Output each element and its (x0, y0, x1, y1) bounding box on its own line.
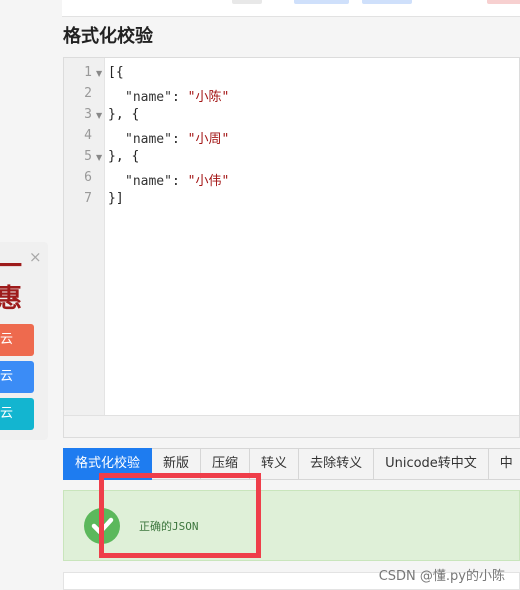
code-line: }, { (108, 149, 140, 164)
top-partial-item[interactable] (362, 0, 412, 4)
ad-button[interactable]: 云 (0, 361, 34, 393)
json-sep: : (171, 132, 188, 147)
code-line: }] (108, 191, 124, 206)
format-validate-button[interactable]: 格式化校验 (63, 448, 153, 480)
json-value: "小伟" (187, 174, 230, 189)
line-number: 2 (84, 86, 92, 101)
line-number: 1 (84, 65, 92, 80)
ad-title-line: 惠 (0, 284, 23, 314)
top-partial-item[interactable] (294, 0, 349, 4)
watermark: CSDN @懂.py的小陈 (378, 569, 505, 584)
ad-title-line: 一 (0, 252, 23, 282)
json-key: "name" (125, 90, 172, 105)
close-icon[interactable]: × (29, 248, 42, 266)
check-circle-icon (84, 508, 120, 544)
json-value: "小陈" (187, 90, 230, 105)
caret-down-icon[interactable]: ▼ (96, 153, 102, 162)
json-value: "小周" (187, 132, 230, 147)
escape-button[interactable]: 转义 (250, 448, 300, 480)
line-number: 6 (84, 170, 92, 185)
compress-button[interactable]: 压缩 (201, 448, 251, 480)
ad-button[interactable]: 云 (0, 324, 34, 356)
code-line: "name": "小伟" (125, 170, 229, 189)
line-number: 5 (84, 149, 92, 164)
truncated-button[interactable]: 中 (488, 448, 520, 480)
validation-result: 正确的JSON (63, 490, 520, 561)
json-key: "name" (125, 174, 172, 189)
ad-button[interactable]: 云 (0, 398, 34, 430)
line-number: 4 (84, 128, 92, 143)
code-line: }, { (108, 107, 140, 122)
code-line: "name": "小陈" (125, 86, 229, 105)
unescape-button[interactable]: 去除转义 (299, 448, 375, 480)
caret-down-icon[interactable]: ▼ (96, 69, 102, 78)
top-toolbar-partial (62, 0, 520, 17)
code-line: [{ (108, 65, 124, 80)
result-message: 正确的JSON (139, 520, 199, 533)
action-toolbar: 格式化校验 新版 压缩 转义 去除转义 Unicode转中文 中 (63, 448, 520, 480)
line-gutter: 1 2 3 4 5 6 7 ▼ ▼ ▼ (64, 58, 105, 417)
top-partial-item[interactable] (232, 0, 262, 4)
horizontal-scrollbar[interactable] (64, 415, 519, 437)
json-sep: : (171, 90, 188, 105)
ad-panel: × 一 惠 云 云 云 (0, 242, 48, 440)
caret-down-icon[interactable]: ▼ (96, 111, 102, 120)
json-editor[interactable]: 1 2 3 4 5 6 7 ▼ ▼ ▼ [{ "name": "小陈" }, {… (63, 57, 520, 438)
top-partial-item[interactable] (487, 0, 520, 4)
page-title: 格式化校验 (63, 26, 153, 47)
line-number: 3 (84, 107, 92, 122)
unicode-to-chinese-button[interactable]: Unicode转中文 (374, 448, 489, 480)
json-sep: : (171, 174, 188, 189)
new-version-button[interactable]: 新版 (152, 448, 202, 480)
json-key: "name" (125, 132, 172, 147)
line-number: 7 (84, 191, 92, 206)
code-line: "name": "小周" (125, 128, 229, 147)
